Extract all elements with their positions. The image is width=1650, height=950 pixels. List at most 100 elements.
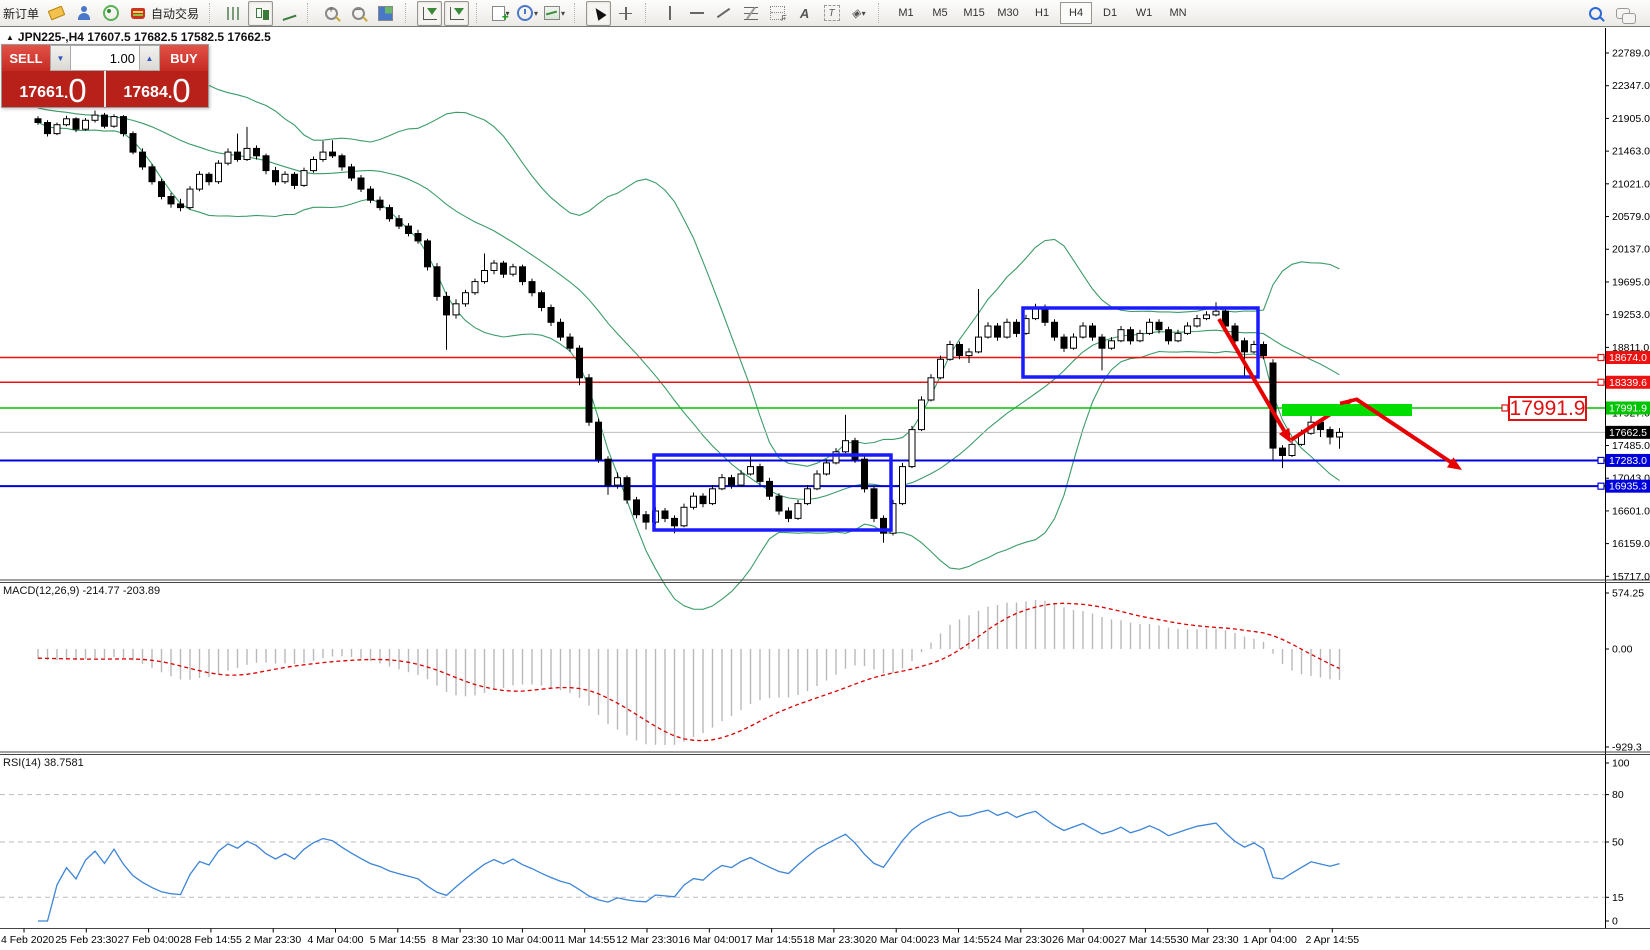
price-level-lines[interactable]	[0, 358, 1605, 487]
candle-body	[814, 474, 820, 489]
line-endpoint-marker[interactable]	[1598, 457, 1604, 463]
axis-tick-label: 0	[1612, 916, 1618, 928]
arrows-button[interactable]: ◈▾	[846, 1, 871, 26]
fibonacci-button[interactable]	[738, 1, 763, 26]
volume-decrease-button[interactable]: ▼	[50, 45, 71, 71]
symbol-marker-icon[interactable]: ▲	[6, 33, 14, 42]
volume-increase-button[interactable]: ▲	[139, 45, 160, 71]
chart-shift-button[interactable]	[444, 1, 469, 26]
periods-button[interactable]: ▾	[515, 1, 540, 26]
red-line-tip[interactable]	[1340, 399, 1358, 404]
indicators-button[interactable]: ▾	[488, 1, 513, 26]
clock-icon	[517, 5, 533, 21]
candle-body	[957, 345, 963, 356]
candle-body	[225, 152, 231, 163]
text-button[interactable]: A	[792, 1, 817, 26]
profile-button[interactable]	[71, 1, 96, 26]
axis-tick-label: 22789.0	[1612, 48, 1650, 60]
candle-body	[73, 119, 79, 129]
horizontal-line-icon	[690, 12, 704, 14]
buy-button[interactable]: BUY	[160, 45, 208, 71]
big-price-label[interactable]: 17991.9	[1508, 396, 1587, 421]
signal-button[interactable]	[98, 1, 123, 26]
candle-body	[1014, 322, 1020, 333]
candle-body	[1232, 326, 1238, 341]
line-endpoint-marker[interactable]	[1598, 355, 1604, 361]
line-endpoint-marker[interactable]	[1598, 483, 1604, 489]
green-zone[interactable]	[1282, 404, 1412, 416]
chart-canvas[interactable]: 22789.022347.021905.021463.021021.020579…	[0, 0, 1650, 950]
dropdown-caret-icon[interactable]: ▾	[862, 9, 866, 18]
text-label-button[interactable]: T	[819, 1, 844, 26]
eraser-button[interactable]	[44, 1, 69, 26]
candle-body	[938, 359, 944, 378]
candle-body	[501, 263, 507, 274]
time-tick-label: 25 Feb 23:30	[55, 934, 117, 946]
candle-body	[729, 478, 735, 485]
line-endpoint-marker[interactable]	[1598, 379, 1604, 385]
candle-body	[786, 511, 792, 518]
cursor-button[interactable]	[586, 1, 611, 26]
candle-body	[567, 337, 573, 348]
price-badges: 18674.018339.617991.917662.517283.016935…	[1606, 351, 1650, 493]
rsi-line	[38, 810, 1340, 921]
search-button[interactable]	[1583, 1, 1608, 26]
equidistant-channel-button[interactable]	[765, 1, 790, 26]
timeframe-m5[interactable]: M5	[924, 2, 956, 24]
crosshair-button[interactable]	[613, 1, 638, 26]
candle-body	[710, 489, 716, 504]
timeframe-w1[interactable]: W1	[1128, 2, 1160, 24]
object-markers[interactable]	[1502, 355, 1604, 490]
line-chart-button[interactable]	[275, 1, 300, 26]
scroll-to-end-button[interactable]	[417, 1, 442, 26]
timeframe-m15[interactable]: M15	[958, 2, 990, 24]
candle-body	[624, 478, 630, 500]
timeframe-mn[interactable]: MN	[1162, 2, 1194, 24]
candle-body	[425, 241, 431, 267]
fibonacci-icon	[744, 7, 758, 20]
timeframe-m1[interactable]: M1	[890, 2, 922, 24]
time-tick-label: 27 Mar 14:55	[1114, 934, 1176, 946]
trendline-button[interactable]	[711, 1, 736, 26]
timeframe-h4[interactable]: H4	[1060, 2, 1092, 24]
chat-button[interactable]	[1610, 1, 1635, 26]
bar-chart-button[interactable]	[221, 1, 246, 26]
template-icon	[544, 6, 560, 20]
new-order-button[interactable]: 新订单	[3, 5, 39, 22]
candle-body	[1137, 333, 1143, 340]
timeframe-h1[interactable]: H1	[1026, 2, 1058, 24]
time-tick-label: 20 Mar 04:00	[865, 934, 927, 946]
autotrade-button[interactable]	[125, 1, 150, 26]
highlight-zone[interactable]	[1282, 404, 1412, 416]
timeframe-d1[interactable]: D1	[1094, 2, 1126, 24]
dropdown-caret-icon[interactable]: ▾	[561, 9, 565, 18]
toolbar-right-group	[1582, 1, 1643, 26]
candle-body	[1213, 311, 1219, 315]
zoom-in-button[interactable]	[319, 1, 344, 26]
line-chart-icon	[279, 5, 296, 21]
zoom-out-button[interactable]	[346, 1, 371, 26]
axis-tick-label: 0.00	[1612, 644, 1633, 656]
autotrade-label[interactable]: 自动交易	[151, 5, 199, 22]
candle-body	[548, 308, 554, 323]
candle-body	[282, 174, 288, 181]
dropdown-caret-icon[interactable]: ▾	[534, 9, 538, 18]
templates-button[interactable]: ▾	[542, 1, 567, 26]
sell-button[interactable]: SELL	[2, 45, 50, 71]
volume-input[interactable]	[71, 45, 139, 71]
axis-tick-label: 15717.0	[1612, 571, 1650, 583]
buy-price-panel[interactable]: 17684.0	[106, 71, 208, 107]
candle-body	[244, 148, 250, 159]
candle-body	[1090, 326, 1096, 337]
tile-windows-button[interactable]	[373, 1, 398, 26]
timeframe-m30[interactable]: M30	[992, 2, 1024, 24]
candle-body	[539, 293, 545, 308]
horizontal-line-button[interactable]	[684, 1, 709, 26]
bar-chart-icon	[227, 7, 241, 20]
candlestick-chart-button[interactable]	[248, 1, 273, 26]
candle-body	[235, 152, 241, 159]
sell-price-pips: 0	[68, 76, 86, 106]
sell-price-panel[interactable]: 17661.0	[2, 71, 104, 107]
vertical-line-button[interactable]	[657, 1, 682, 26]
candle-body	[35, 119, 41, 123]
